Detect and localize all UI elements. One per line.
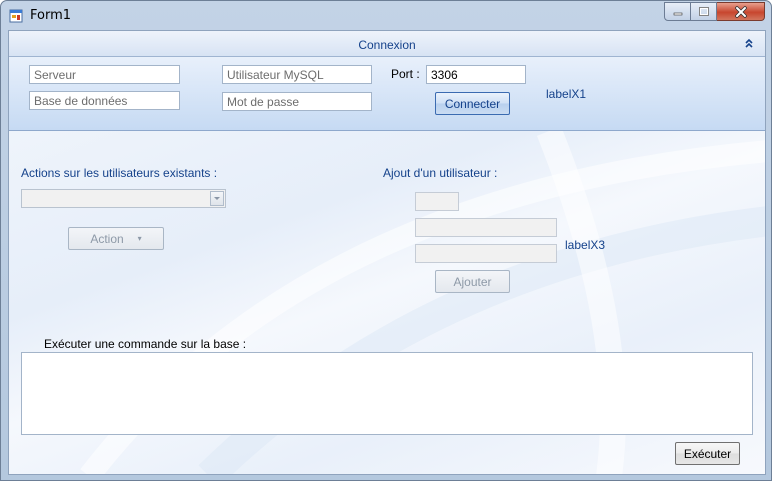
chevron-down-icon[interactable] [210, 191, 224, 206]
database-input[interactable]: Base de données [29, 91, 180, 110]
close-button[interactable] [717, 2, 765, 21]
connexion-panel-title: Connexion [358, 38, 416, 52]
add-user-status-label: labelX3 [565, 238, 606, 252]
port-input[interactable]: 3306 [426, 65, 526, 84]
connexion-panel-header[interactable]: Connexion [9, 31, 765, 57]
connect-button[interactable]: Connecter [435, 92, 510, 115]
add-user-field-3[interactable] [415, 244, 557, 263]
connection-status-label: labelX1 [546, 87, 587, 101]
port-label: Port : [391, 67, 420, 81]
server-input[interactable]: Serveur [29, 65, 180, 84]
maximize-button[interactable] [691, 2, 717, 21]
window-title: Form1 [30, 8, 72, 23]
add-user-field-2[interactable] [415, 218, 557, 237]
connexion-panel-body: Serveur Base de données Utilisateur MySQ… [9, 57, 765, 131]
add-user-field-1[interactable] [415, 192, 459, 211]
minimize-button[interactable] [664, 2, 691, 21]
action-dropdown-button[interactable]: Action ▾ [68, 227, 164, 250]
password-input[interactable]: Mot de passe [222, 92, 372, 111]
command-textarea[interactable] [21, 352, 753, 435]
maximize-icon [691, 3, 716, 20]
existing-users-heading: Actions sur les utilisateurs existants : [21, 166, 218, 180]
form-app-icon [9, 9, 23, 23]
command-heading: Exécuter une commande sur la base : [44, 337, 247, 351]
mysql-user-input[interactable]: Utilisateur MySQL [222, 65, 372, 84]
user-select[interactable] [21, 189, 226, 208]
action-button-label: Action [90, 231, 124, 246]
double-chevron-up-icon[interactable] [743, 37, 755, 49]
form-client-area: Connexion Serveur Base de données Utilis… [8, 30, 766, 475]
add-user-heading: Ajout d'un utilisateur : [383, 166, 498, 180]
application-window: Form1 Connexion Serveur Base de données … [0, 0, 772, 481]
minimize-icon [665, 3, 690, 20]
add-user-button[interactable]: Ajouter [435, 270, 510, 293]
chevron-down-icon: ▾ [137, 234, 142, 243]
title-bar[interactable]: Form1 [1, 1, 771, 30]
execute-button[interactable]: Exécuter [675, 442, 740, 465]
close-icon [717, 3, 764, 20]
